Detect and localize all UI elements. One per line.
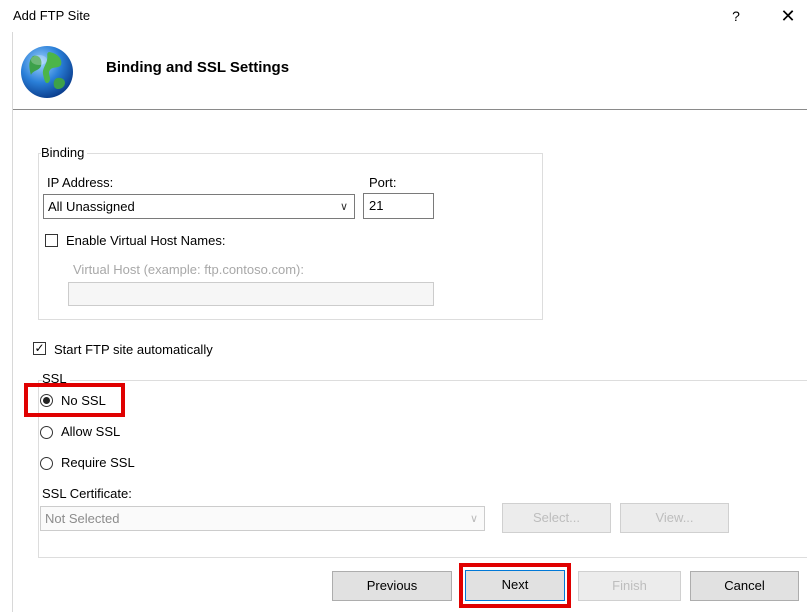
start-automatically-checkbox[interactable]: ✓ bbox=[33, 342, 46, 355]
require-ssl-radio[interactable] bbox=[40, 457, 53, 470]
dialog-left-border bbox=[12, 0, 13, 612]
port-label: Port: bbox=[369, 175, 397, 190]
port-input[interactable]: 21 bbox=[363, 193, 434, 219]
ssl-certificate-dropdown[interactable]: Not Selected ∨ bbox=[40, 506, 485, 531]
chevron-down-icon: ∨ bbox=[469, 513, 478, 525]
virtual-host-input[interactable] bbox=[68, 282, 434, 306]
require-ssl-label: Require SSL bbox=[61, 455, 135, 470]
checkmark-icon: ✓ bbox=[34, 341, 45, 355]
title-bar: Add FTP Site ? ✕ bbox=[0, 0, 807, 32]
window-title: Add FTP Site bbox=[13, 8, 91, 23]
page-title: Binding and SSL Settings bbox=[106, 59, 290, 76]
start-automatically-label: Start FTP site automatically bbox=[54, 342, 213, 357]
no-ssl-label: No SSL bbox=[61, 393, 106, 408]
allow-ssl-label: Allow SSL bbox=[61, 424, 121, 439]
next-button[interactable]: Next bbox=[465, 570, 565, 601]
enable-virtual-host-label: Enable Virtual Host Names: bbox=[66, 233, 226, 248]
select-certificate-button[interactable]: Select... bbox=[502, 503, 611, 533]
finish-button[interactable]: Finish bbox=[578, 571, 681, 601]
ssl-certificate-label: SSL Certificate: bbox=[42, 486, 132, 501]
ip-address-dropdown[interactable]: All Unassigned ∨ bbox=[43, 194, 355, 219]
chevron-down-icon: ∨ bbox=[339, 201, 348, 213]
help-button[interactable]: ? bbox=[728, 6, 744, 26]
virtual-host-label: Virtual Host (example: ftp.contoso.com): bbox=[73, 262, 304, 277]
enable-virtual-host-checkbox[interactable] bbox=[45, 234, 58, 247]
radio-selected-dot bbox=[43, 397, 50, 404]
ip-address-value: All Unassigned bbox=[48, 199, 135, 214]
ssl-certificate-value: Not Selected bbox=[45, 511, 120, 526]
view-certificate-button[interactable]: View... bbox=[620, 503, 729, 533]
close-button[interactable]: ✕ bbox=[778, 6, 798, 26]
allow-ssl-radio[interactable] bbox=[40, 426, 53, 439]
ip-address-label: IP Address: bbox=[47, 175, 114, 190]
cancel-button[interactable]: Cancel bbox=[690, 571, 799, 601]
previous-button[interactable]: Previous bbox=[332, 571, 452, 601]
globe-icon bbox=[19, 44, 75, 100]
binding-group-label: Binding bbox=[41, 145, 88, 160]
no-ssl-radio[interactable] bbox=[40, 394, 53, 407]
header-divider bbox=[13, 109, 807, 110]
